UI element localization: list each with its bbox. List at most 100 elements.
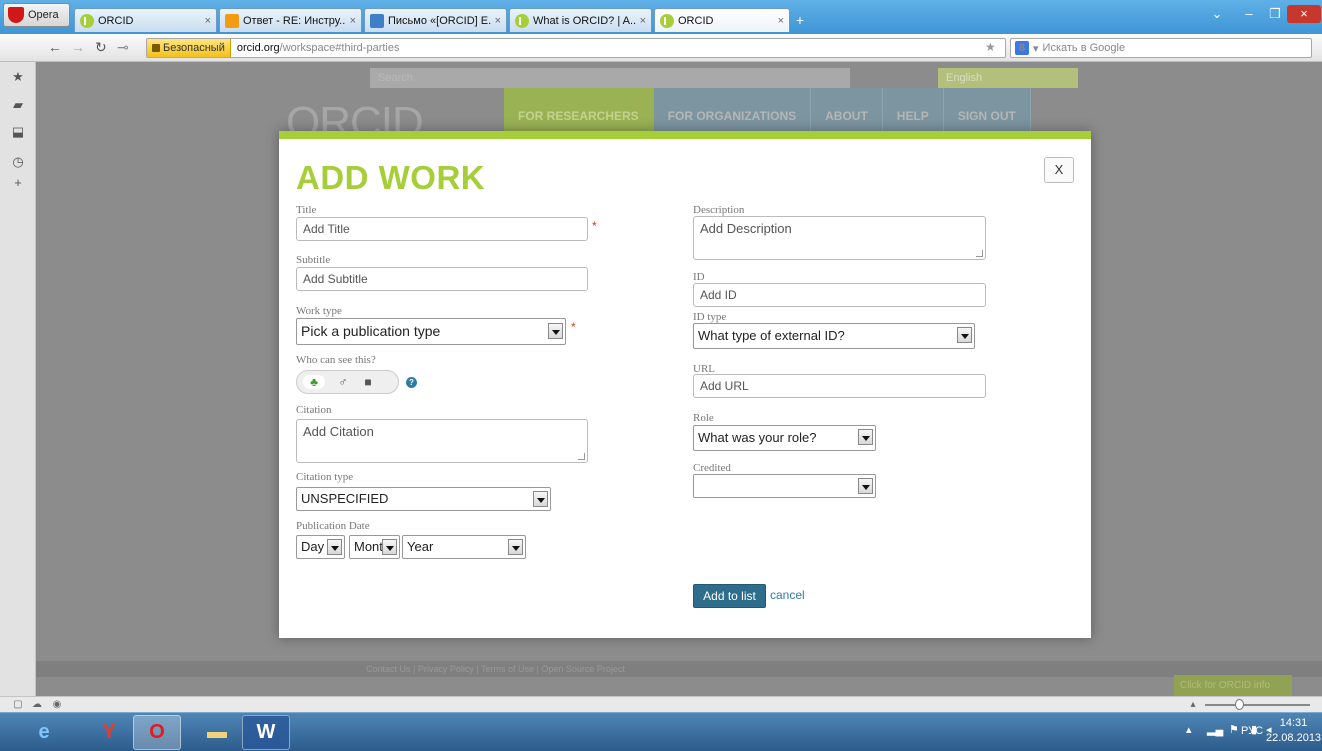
tab-mail[interactable]: Письмо «[ORCID] E... × [364,8,507,32]
back-icon[interactable]: ← [48,39,62,55]
role-value: What was your role? [698,430,817,445]
work-type-required-mark: * [571,320,576,334]
refer-button: Click for ORCID info [1174,675,1292,696]
reload-icon[interactable]: ↻ [95,39,107,56]
tab-close-icon[interactable]: × [778,15,784,27]
close-window-icon[interactable]: × [1287,5,1321,23]
history-clock-icon[interactable]: ◷ [11,155,25,169]
chevron-down-icon [957,327,972,343]
work-type-select[interactable]: Pick a publication type [296,318,566,345]
tab-orcid-active[interactable]: ORCID × [654,8,790,32]
chevron-down-icon [548,323,563,339]
month-select[interactable]: Mont [349,535,400,559]
subtitle-input[interactable]: Add Subtitle [296,267,588,291]
private-lock-icon[interactable]: ■ [361,375,375,389]
clock-time: 14:31 [1279,717,1308,729]
tab-close-icon[interactable]: × [640,15,646,27]
work-type-value: Pick a publication type [301,323,441,339]
chevron-down-icon [382,539,397,555]
chevron-down-icon [533,491,548,507]
url-text: orcid.org/workspace#third-parties [231,42,400,54]
work-type-label: Work type [296,305,342,317]
tab-orcid-1[interactable]: ORCID × [74,8,217,32]
site-footer: Contact Us | Privacy Policy | Terms of U… [36,661,1322,677]
help-icon[interactable]: ? [406,377,417,388]
limited-visibility-icon[interactable]: ♂ [336,375,350,389]
month-value: Mont [354,539,383,554]
network-signal-icon[interactable]: ▂▄ [1207,723,1223,736]
tab-what-is-orcid[interactable]: What is ORCID? | A... × [509,8,652,32]
citation-textarea[interactable]: Add Citation [296,419,588,463]
zoom-slider-handle[interactable] [1235,699,1244,710]
title-required-mark: * [592,219,597,233]
search-engine-chevron-icon[interactable]: ▾ [1033,42,1039,55]
role-select[interactable]: What was your role? [693,425,876,451]
citation-type-select[interactable]: UNSPECIFIED [296,487,551,511]
add-to-list-button[interactable]: Add to list [693,584,766,608]
notes-icon[interactable]: ▰ [11,98,25,112]
id-type-select[interactable]: What type of external ID? [693,323,975,349]
search-field[interactable]: 8 ▾ Искать в Google [1010,38,1312,58]
tab-title: What is ORCID? | A... [533,14,636,27]
maximize-icon[interactable]: ❐ [1264,5,1286,23]
downloads-icon[interactable]: ⬓ [11,125,25,139]
year-select[interactable]: Year [402,535,526,559]
citation-type-label: Citation type [296,471,354,483]
close-modal-button[interactable]: X [1044,157,1074,183]
tab-close-icon[interactable]: × [205,15,211,27]
flag-icon[interactable]: ⚑ [1229,723,1239,736]
chevron-down-icon [508,539,523,555]
tab-answer[interactable]: Ответ - RE: Инстру... × [219,8,362,32]
url-input[interactable]: Add URL [693,374,986,398]
panel-toggle-icon[interactable]: ▢ [12,699,24,710]
citation-label: Citation [296,404,332,416]
minimize-icon[interactable]: – [1238,5,1260,23]
credited-label: Credited [693,462,731,474]
zoom-out-icon[interactable]: ▴ [1187,699,1199,710]
zoom-slider[interactable] [1205,704,1310,706]
new-tab-button[interactable]: + [791,13,809,29]
tab-close-icon[interactable]: × [350,15,356,27]
description-textarea[interactable]: Add Description [693,216,986,260]
url-field[interactable]: Безопасный orcid.org/workspace#third-par… [146,38,1006,58]
turbo-icon[interactable]: ☁ [31,699,43,710]
tab-close-icon[interactable]: × [495,15,501,27]
visibility-label: Who can see this? [296,354,376,366]
input-language[interactable]: РУС [1241,725,1263,737]
bookmark-star-icon[interactable]: ★ [985,40,996,54]
yandex-browser-icon[interactable]: Y [85,715,133,750]
secure-badge[interactable]: Безопасный [147,39,231,57]
forward-icon[interactable]: → [71,39,85,55]
title-input[interactable]: Add Title [296,217,588,241]
day-select[interactable]: Day [296,535,345,559]
search-engine-icon[interactable]: 8 [1015,41,1029,55]
add-panel-icon[interactable]: + [11,176,25,190]
speed-dial-icon[interactable]: ◉ [51,699,63,710]
cancel-link[interactable]: cancel [770,588,805,602]
privacy-toggle: ♣ ♂ ■ [296,370,399,394]
file-explorer-icon[interactable]: ▬ [193,715,241,750]
year-value: Year [407,539,434,554]
tab-menu-chevron-icon[interactable]: ⌄ [1206,5,1228,23]
everyone-visibility-icon[interactable]: ♣ [303,375,325,389]
chevron-down-icon [327,539,342,555]
id-input[interactable]: Add ID [693,283,986,307]
system-clock[interactable]: 14:31 22.08.2013 [1266,716,1321,746]
bookmarks-star-icon[interactable]: ★ [11,70,25,84]
word-icon[interactable]: W [242,715,290,750]
credited-select[interactable] [693,474,876,498]
mail-icon [370,13,384,28]
citation-type-value: UNSPECIFIED [301,491,389,506]
browser-tab-bar: Opera ORCID × Ответ - RE: Инстру... × Пи… [0,0,1322,34]
windows-taskbar: e Y O ▬ W ▴ ▂▄ ⚑ ▮ ◂ РУС 14:31 22.08.201… [0,712,1322,751]
opera-taskbar-icon[interactable]: O [133,715,181,750]
internet-explorer-icon[interactable]: e [20,715,68,750]
tab-title: ORCID [98,14,134,27]
orcid-icon [515,13,529,28]
site-search-input: Search [370,68,850,88]
add-work-modal: ADD WORK X Title Add Title * Subtitle Ad… [279,131,1091,638]
opera-menu-button[interactable]: Opera [3,3,70,27]
tray-expand-icon[interactable]: ▴ [1186,723,1192,736]
key-icon[interactable]: ⊸ [117,39,129,56]
address-bar: ← → ↻ ⊸ Безопасный orcid.org/workspace#t… [0,34,1322,62]
